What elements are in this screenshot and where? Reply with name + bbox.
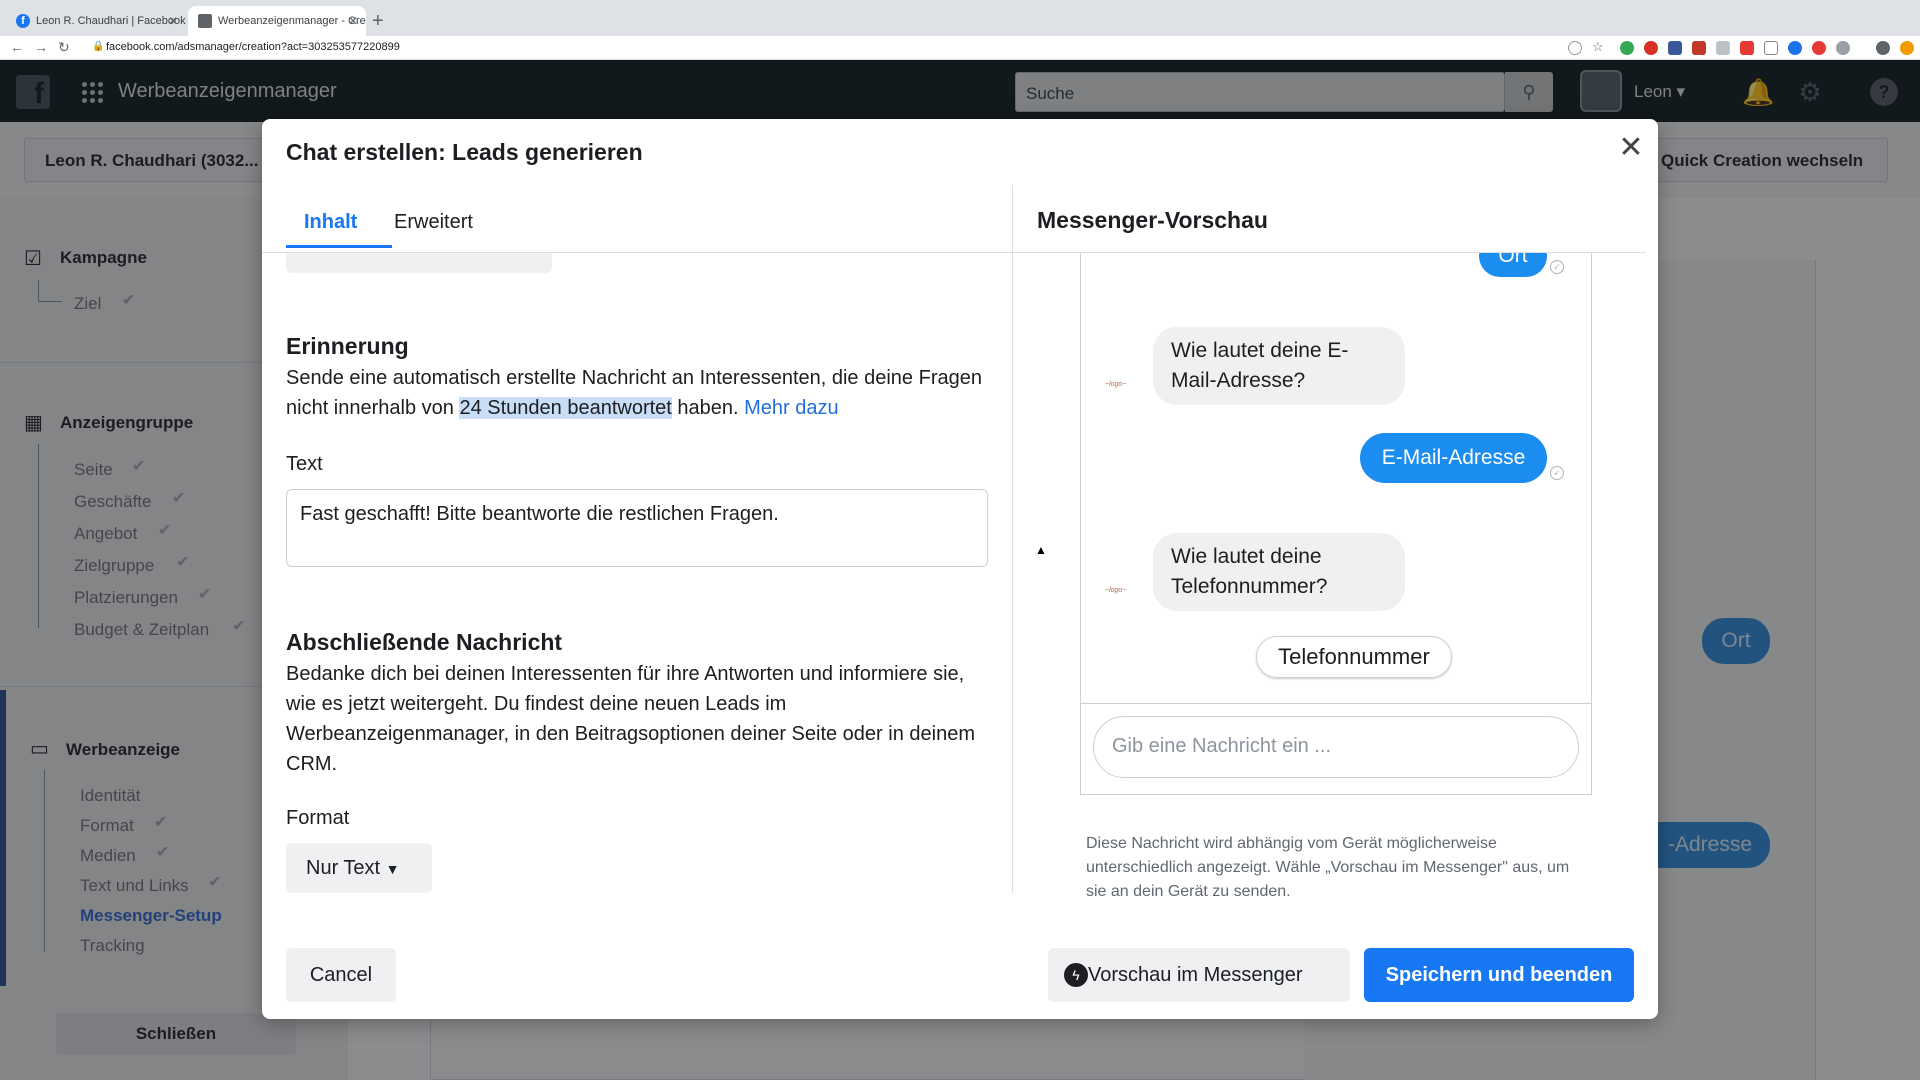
url-field[interactable]: facebook.com/adsmanager/creation?act=303…: [106, 41, 400, 53]
adsmanager-favicon-icon: [198, 14, 212, 28]
mouse-cursor-icon: ▲: [1035, 543, 1047, 557]
sent-message-bubble: E-Mail-Adresse: [1360, 433, 1547, 483]
browser-tab-title: Leon R. Chaudhari | Facebook: [36, 15, 186, 27]
update-icon[interactable]: [1900, 41, 1914, 55]
browser-tab-bar: f Leon R. Chaudhari | Facebook ✕ Werbean…: [0, 0, 1920, 36]
save-and-finish-button[interactable]: Speichern und beenden: [1364, 948, 1634, 1002]
extension-icon[interactable]: [1740, 41, 1754, 55]
closing-message-description: Bedanke dich bei deinen Interessenten fü…: [286, 663, 975, 775]
extension-icon[interactable]: [1644, 41, 1658, 55]
reload-icon[interactable]: ↻: [58, 39, 70, 56]
divider: [1012, 185, 1013, 893]
extension-icon[interactable]: [1668, 41, 1682, 55]
messenger-icon: ϟ: [1064, 963, 1088, 987]
learn-more-link[interactable]: Mehr dazu: [744, 397, 839, 419]
highlighted-text: 24 Stunden beantwortet: [459, 397, 672, 419]
browser-tab-active[interactable]: Werbeanzeigenmanager - Cre ✕: [188, 6, 366, 36]
reminder-text-field[interactable]: Fast geschafft! Bitte beantworte die res…: [286, 489, 988, 567]
extension-icon[interactable]: [1692, 41, 1706, 55]
tab-erweitert[interactable]: Erweitert: [394, 211, 473, 234]
format-dropdown[interactable]: Nur Text ▼: [286, 843, 432, 893]
facebook-favicon-icon: f: [16, 14, 30, 28]
messenger-preview: Ort ✓ ~logo~ Wie lautet deine E-Mail-Adr…: [1080, 253, 1592, 795]
close-tab-icon[interactable]: ✕: [168, 6, 178, 36]
close-tab-icon[interactable]: ✕: [348, 6, 358, 36]
page-avatar-icon: ~logo~: [1105, 587, 1127, 594]
reminder-description: Sende eine automatisch erstellte Nachric…: [286, 367, 982, 419]
browser-tab-title: Werbeanzeigenmanager - Cre: [218, 15, 366, 27]
reminder-heading: Erinnerung: [286, 333, 409, 359]
quick-reply-button[interactable]: Telefonnummer: [1256, 636, 1452, 678]
star-icon[interactable]: ☆: [1592, 39, 1604, 55]
profile-icon[interactable]: [1876, 41, 1890, 55]
seen-check-icon: ✓: [1550, 260, 1564, 274]
message-composer-input[interactable]: Gib eine Nachricht ein ...: [1093, 716, 1579, 778]
preview-in-messenger-button[interactable]: ϟ Vorschau im Messenger: [1048, 948, 1350, 1002]
received-message-bubble: Wie lautet deine Telefonnummer?: [1153, 533, 1405, 611]
extension-icon[interactable]: [1788, 41, 1802, 55]
extension-icon[interactable]: [1620, 41, 1634, 55]
preview-note: Diese Nachricht wird abhängig vom Gerät …: [1086, 835, 1570, 900]
page-avatar-icon: ~logo~: [1105, 381, 1127, 388]
closing-message-heading: Abschließende Nachricht: [286, 629, 563, 655]
browser-tab[interactable]: f Leon R. Chaudhari | Facebook ✕: [6, 6, 186, 36]
address-bar: ← → ↻ 🔒 facebook.com/adsmanager/creation…: [0, 36, 1920, 60]
content-column: Erinnerung Sende eine automatisch erstel…: [286, 253, 996, 893]
extension-icon[interactable]: [1812, 41, 1826, 55]
close-icon[interactable]: ✕: [1616, 133, 1646, 163]
preview-title: Messenger-Vorschau: [1037, 207, 1268, 233]
preview-in-messenger-label: Vorschau im Messenger: [1088, 964, 1303, 986]
back-icon[interactable]: ←: [10, 39, 24, 55]
divider: [1081, 703, 1591, 704]
forward-icon[interactable]: →: [34, 39, 48, 55]
zoom-icon[interactable]: [1568, 41, 1582, 55]
text-label: Text: [286, 453, 323, 475]
chat-create-dialog: Chat erstellen: Leads generieren ✕ Inhal…: [262, 119, 1658, 1019]
seen-check-icon: ✓: [1550, 466, 1564, 480]
extension-icon[interactable]: [1836, 41, 1850, 55]
dialog-title: Chat erstellen: Leads generieren: [286, 139, 643, 165]
extension-icon[interactable]: [1764, 41, 1778, 55]
cancel-button[interactable]: Cancel: [286, 948, 396, 1002]
received-message-bubble: Wie lautet deine E-Mail-Adresse?: [1153, 327, 1405, 405]
new-tab-icon[interactable]: +: [372, 6, 384, 36]
sent-message-bubble: Ort: [1479, 253, 1547, 277]
extension-icon[interactable]: [1716, 41, 1730, 55]
partially-hidden-button[interactable]: [286, 253, 552, 273]
lock-icon: 🔒: [92, 41, 105, 52]
format-label: Format: [286, 807, 350, 829]
caret-down-icon: ▼: [385, 861, 400, 877]
active-tab-underline: [286, 245, 392, 248]
tab-inhalt[interactable]: Inhalt: [304, 211, 357, 234]
